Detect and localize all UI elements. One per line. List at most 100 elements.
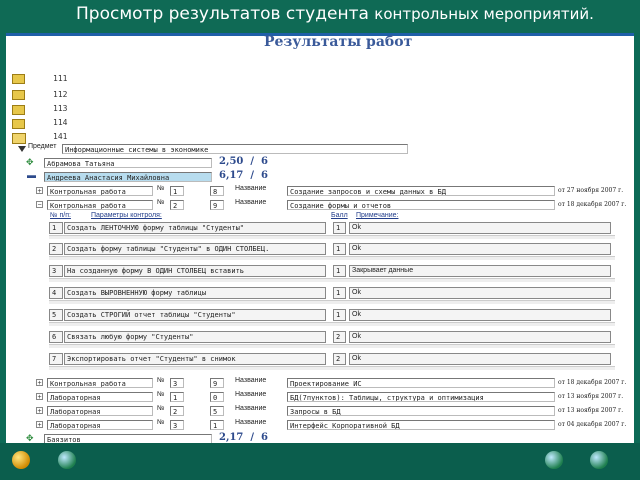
student-name-field: Абрамова Татьяна <box>44 158 212 168</box>
open-folder-icon[interactable] <box>12 133 26 144</box>
work-grade-field: 1 <box>210 420 224 430</box>
work-no-field: 3 <box>170 378 184 388</box>
task-note: Ok <box>349 331 611 343</box>
work-no-label: № <box>157 199 165 206</box>
task-row: 5 Создать СТРОГИЙ отчет таблицы "Студент… <box>49 309 615 328</box>
work-name-label: Название <box>235 419 267 426</box>
collapse-arrow-icon[interactable] <box>18 146 26 152</box>
task-row: 1 Создать ЛЕНТОЧНУЮ форму таблицы "Студе… <box>49 222 615 241</box>
work-name-field: Интерфейс Корпоративной БД <box>287 420 555 430</box>
task-note: Ok <box>349 222 611 234</box>
task-text: Создать форму таблицы "Студенты" в ОДИН … <box>64 243 326 255</box>
folder-icon[interactable] <box>12 119 25 129</box>
task-text: Экспортировать отчет "Студенты" в снимок <box>64 353 326 365</box>
work-date: от 27 ноября 2007 г. <box>558 187 624 194</box>
work-grade-field: 9 <box>210 378 224 388</box>
work-type-field: Контрольная работа <box>47 200 153 210</box>
yellow-orb-icon <box>12 451 30 469</box>
group-item[interactable]: 113 <box>53 104 67 113</box>
task-no: 3 <box>49 265 63 277</box>
results-panel: Результаты работ 111 112 113 114 141 Пре… <box>6 33 634 446</box>
row-divider <box>49 322 615 326</box>
green-orb-icon <box>545 451 563 469</box>
folder-icon[interactable] <box>12 105 25 115</box>
collapse-toggle[interactable]: − <box>36 201 43 209</box>
page-title: Результаты работ <box>264 34 413 50</box>
task-no: 5 <box>49 309 63 321</box>
student-score: 2,17 / 6 <box>219 432 268 443</box>
task-no: 2 <box>49 243 63 255</box>
task-row: 4 Создать ВЫРОВНЕННУЮ форму таблицы 1 Ok <box>49 287 615 306</box>
expand-toggle[interactable]: + <box>36 407 43 415</box>
expand-toggle[interactable]: + <box>36 379 43 387</box>
work-type-field: Контрольная работа <box>47 186 153 196</box>
task-note: Ok <box>349 309 611 321</box>
row-divider <box>49 256 615 260</box>
task-score: 1 <box>333 265 346 277</box>
slide-title-main: Просмотр результатов студента <box>76 4 369 24</box>
work-no-label: № <box>157 405 165 412</box>
task-note: Ok <box>349 243 611 255</box>
col-params-header: Параметры контроля: <box>91 212 162 219</box>
work-no-label: № <box>157 391 165 398</box>
task-score: 1 <box>333 287 346 299</box>
work-date: от 18 декабря 2007 г. <box>558 201 627 208</box>
work-date: от 04 декабря 2007 г. <box>558 421 627 428</box>
work-name-field: Создание формы и отчетов <box>287 200 555 210</box>
row-divider <box>49 235 615 239</box>
expand-icon[interactable]: ✥ <box>26 157 34 168</box>
task-score: 1 <box>333 222 346 234</box>
expand-toggle[interactable]: + <box>36 421 43 429</box>
group-item[interactable]: 141 <box>53 132 67 141</box>
work-name-label: Название <box>235 377 267 384</box>
task-score: 1 <box>333 243 346 255</box>
work-name-field: БД(7пунктов): Таблицы, структура и оптим… <box>287 392 555 402</box>
work-no-label: № <box>157 377 165 384</box>
task-note: Ok <box>349 353 611 365</box>
task-text: Создать ВЫРОВНЕННУЮ форму таблицы <box>64 287 326 299</box>
folder-icon[interactable] <box>12 74 25 84</box>
work-no-field: 1 <box>170 186 184 196</box>
task-score: 2 <box>333 353 346 365</box>
task-row: 3 На созданную форму В ОДИН СТОЛБЕЦ вста… <box>49 265 615 284</box>
task-row: 7 Экспортировать отчет "Студенты" в сним… <box>49 353 615 372</box>
work-name-label: Название <box>235 185 267 192</box>
work-grade-field: 0 <box>210 392 224 402</box>
green-orb-icon <box>590 451 608 469</box>
work-no-field: 2 <box>170 200 184 210</box>
collapse-icon[interactable]: ▬ <box>27 170 36 180</box>
work-date: от 18 декабря 2007 г. <box>558 379 627 386</box>
group-item[interactable]: 111 <box>53 74 67 83</box>
task-score: 1 <box>333 309 346 321</box>
subject-field: Информационные системы в экономике <box>62 144 408 154</box>
work-name-label: Название <box>235 405 267 412</box>
task-text: Создать СТРОГИЙ отчет таблицы "Студенты" <box>64 309 326 321</box>
task-note: Ok <box>349 287 611 299</box>
slide-banner: Просмотр результатов студента контрольны… <box>0 0 640 33</box>
col-no-header: № п/п: <box>50 212 71 219</box>
task-score: 2 <box>333 331 346 343</box>
task-text: На созданную форму В ОДИН СТОЛБЕЦ встави… <box>64 265 326 277</box>
student-score: 2,50 / 6 <box>219 156 268 167</box>
expand-toggle[interactable]: + <box>36 187 43 195</box>
task-row: 6 Связать любую форму "Студенты" 2 Ok <box>49 331 615 350</box>
row-divider <box>49 278 615 282</box>
work-type-field: Лабораторная <box>47 406 153 416</box>
work-name-field: Запросы в БД <box>287 406 555 416</box>
task-no: 6 <box>49 331 63 343</box>
task-no: 4 <box>49 287 63 299</box>
work-date: от 13 ноября 2007 г. <box>558 407 624 414</box>
slide-footer <box>0 443 640 480</box>
group-item[interactable]: 112 <box>53 90 67 99</box>
task-text: Связать любую форму "Студенты" <box>64 331 326 343</box>
work-type-field: Контрольная работа <box>47 378 153 388</box>
expand-toggle[interactable]: + <box>36 393 43 401</box>
student-name-field: Андреева Анастасия Михайловна <box>44 172 212 182</box>
group-item[interactable]: 114 <box>53 118 67 127</box>
work-grade-field: 9 <box>210 200 224 210</box>
folder-icon[interactable] <box>12 90 25 100</box>
work-name-label: Название <box>235 199 267 206</box>
slide-title: Просмотр результатов студента контрольны… <box>76 4 594 24</box>
col-score-header: Балл <box>331 212 348 219</box>
work-name-field: Создание запросов и схемы данных в БД <box>287 186 555 196</box>
